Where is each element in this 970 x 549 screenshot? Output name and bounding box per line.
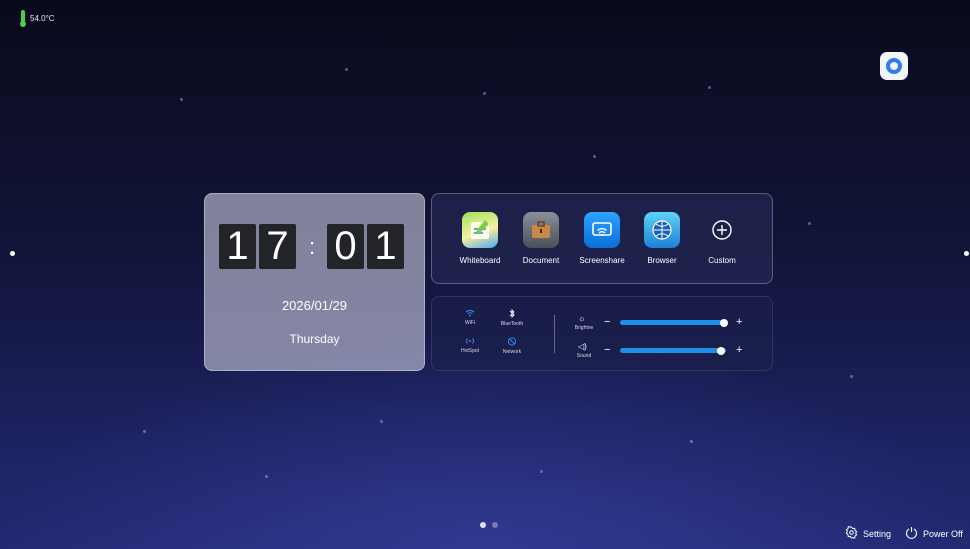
minute-tens-digit: 0 — [327, 224, 364, 269]
star-decoration — [345, 68, 348, 71]
network-icon — [492, 337, 532, 348]
app-label: Custom — [708, 256, 736, 265]
page-dot[interactable] — [492, 522, 498, 528]
star-decoration — [180, 98, 183, 101]
qs-label: HotSpot — [460, 348, 480, 354]
panel-divider — [554, 315, 555, 353]
star-decoration — [265, 475, 268, 478]
brightness-decrease-button[interactable]: − — [604, 316, 610, 328]
brightness-slider-knob[interactable] — [720, 318, 728, 327]
page-left-handle[interactable] — [10, 251, 15, 256]
time-separator: : — [308, 233, 316, 259]
qs-label: BlueTooth — [500, 321, 524, 327]
app-browser[interactable]: Browser — [630, 212, 694, 265]
star-decoration — [483, 92, 486, 95]
temperature-value: 54.0°C — [30, 14, 55, 23]
whiteboard-icon — [462, 212, 498, 248]
app-screenshare[interactable]: Screenshare — [570, 212, 634, 265]
clock-widget: 1 7 : 0 1 2026/01/29 Thursday — [204, 193, 425, 371]
app-label: Document — [522, 256, 560, 265]
star-decoration — [808, 222, 811, 225]
globe-icon — [644, 212, 680, 248]
app-label: Whiteboard — [459, 256, 501, 265]
speaker-icon: ◁) — [578, 342, 587, 351]
weekday-label: Thursday — [289, 332, 340, 346]
page-right-handle[interactable] — [964, 251, 969, 256]
brightness-icon: ☼ — [578, 314, 586, 323]
setting-label: Setting — [863, 528, 892, 539]
flip-clock: 1 7 : 0 1 — [219, 224, 407, 269]
power-off-button[interactable]: Power Off — [905, 526, 963, 541]
screenshare-icon — [584, 212, 620, 248]
app-document[interactable]: Document — [509, 212, 573, 265]
star-decoration — [708, 86, 711, 89]
sound-increase-button[interactable]: + — [736, 344, 742, 356]
apps-dock: Whiteboard Document Screenshare Browser … — [431, 193, 773, 284]
sound-slider[interactable] — [620, 346, 726, 355]
bluetooth-icon — [492, 308, 532, 320]
wifi-toggle[interactable]: WiFi — [450, 309, 490, 326]
page-indicator — [480, 522, 498, 528]
quick-controls-panel: WiFi BlueTooth HotSpot Network ☼ Brightn… — [431, 296, 773, 371]
plus-circle-icon — [704, 212, 740, 248]
brightness-control: ☼ Brightne − + — [572, 314, 762, 332]
star-decoration — [690, 440, 693, 443]
sound-decrease-button[interactable]: − — [604, 344, 610, 356]
app-shortcut-icon[interactable] — [880, 52, 908, 80]
bluetooth-toggle[interactable]: BlueTooth — [492, 308, 532, 327]
hour-tens-digit: 1 — [219, 224, 256, 269]
setting-button[interactable]: Setting — [845, 526, 891, 541]
star-decoration — [380, 420, 383, 423]
app-label: Screenshare — [579, 256, 625, 265]
wifi-icon — [450, 309, 490, 319]
app-whiteboard[interactable]: Whiteboard — [448, 212, 512, 265]
app-custom[interactable]: Custom — [690, 212, 754, 265]
hotspot-icon — [450, 337, 490, 347]
qs-label: WiFi — [465, 320, 475, 326]
brightness-slider[interactable] — [620, 318, 728, 327]
sound-label: Sound — [576, 353, 592, 359]
star-decoration — [540, 470, 543, 473]
page-dot[interactable] — [480, 522, 486, 528]
star-decoration — [143, 430, 146, 433]
star-decoration — [850, 375, 853, 378]
power-icon — [905, 526, 918, 541]
sound-slider-knob[interactable] — [717, 346, 725, 355]
thermometer-icon — [20, 10, 26, 27]
star-decoration — [593, 155, 596, 158]
sound-control: ◁) Sound − + — [572, 342, 762, 360]
qs-label: Network — [502, 349, 522, 355]
briefcase-icon — [523, 212, 559, 248]
brightness-label: Brightne — [574, 325, 594, 331]
power-off-label: Power Off — [923, 528, 963, 539]
app-label: Browser — [647, 256, 677, 265]
temperature-indicator: 54.0°C — [20, 10, 55, 27]
gear-icon — [845, 526, 858, 541]
minute-ones-digit: 1 — [367, 224, 404, 269]
brightness-increase-button[interactable]: + — [736, 316, 742, 328]
network-toggle[interactable]: Network — [492, 337, 532, 355]
date-label: 2026/01/29 — [281, 298, 348, 313]
hour-ones-digit: 7 — [259, 224, 296, 269]
hotspot-toggle[interactable]: HotSpot — [450, 337, 490, 354]
